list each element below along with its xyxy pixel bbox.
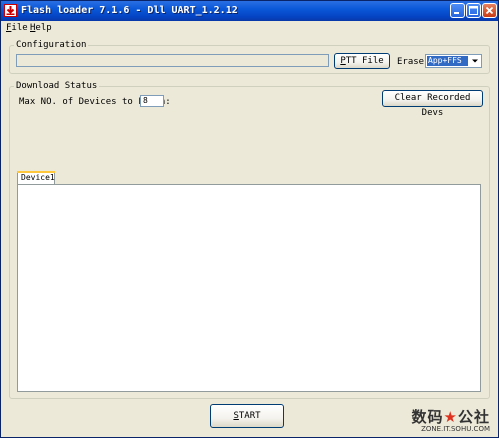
menu-bar: File Help [1,21,498,36]
download-status-legend: Download Status [16,81,98,91]
minimize-button[interactable] [450,3,465,18]
tab-device1[interactable]: Device1 [17,171,55,185]
start-label: TART [238,411,261,421]
erase-selected-value: App+FFS [427,56,468,66]
minimize-icon [454,12,459,14]
ptt-file-path-field[interactable] [16,54,329,67]
watermark-title-b: 公社 [457,408,490,426]
menu-file[interactable]: File [6,23,28,33]
maximize-icon [469,6,478,15]
maximize-button[interactable] [466,3,481,18]
watermark: 数码★公社 ZONE.IT.SOHU.COM [412,409,490,433]
watermark-subtitle: ZONE.IT.SOHU.COM [421,425,490,433]
start-button[interactable]: START [210,404,284,428]
close-icon [485,6,494,15]
watermark-title: 数码★公社 [412,409,490,425]
device-log-panel [17,184,481,392]
max-devices-input[interactable]: 8 [140,95,164,107]
watermark-star-icon: ★ [443,408,458,426]
menu-help[interactable]: Help [30,23,52,33]
title-bar[interactable]: Flash loader 7.1.6 - Dll UART_1.2.12 [1,1,498,21]
menu-file-label: ile [11,23,28,33]
configuration-legend: Configuration [16,40,87,50]
ptt-file-button[interactable]: PTT File [334,53,390,69]
chevron-down-icon[interactable] [470,56,480,66]
watermark-title-a: 数码 [411,408,444,426]
window-title: Flash loader 7.1.6 - Dll UART_1.2.12 [21,5,238,16]
app-down-arrow-icon [4,4,17,17]
close-button[interactable] [482,3,497,18]
ptt-file-label: TT File [345,56,384,66]
flash-loader-window: Flash loader 7.1.6 - Dll UART_1.2.12 Fil… [0,0,499,438]
erase-select[interactable]: App+FFS [425,54,482,68]
menu-help-label: elp [35,23,52,33]
clear-recorded-devs-button[interactable]: Clear Recorded Devs [382,90,483,118]
